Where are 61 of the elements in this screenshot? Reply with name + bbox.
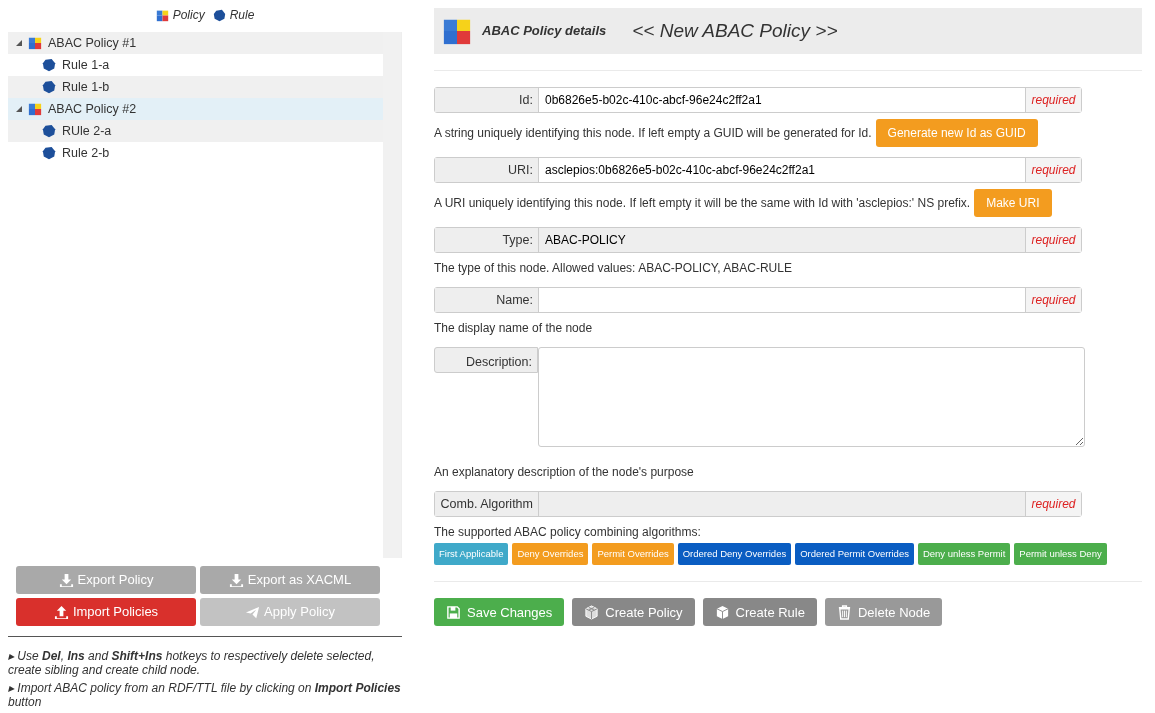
- text-input[interactable]: asclepios:0b6826e5-b02c-410c-abcf-96e24c2ff2a1: [539, 158, 1025, 182]
- help-text: The display name of the node: [434, 320, 593, 337]
- cube-icon: [714, 604, 730, 620]
- trash-icon: [836, 604, 852, 620]
- input-field[interactable]: URI: asclepios:0b6826e5-b02c-410c-abcf-96e24c2ff2a1 required: [434, 157, 1082, 183]
- cube-icon: [155, 8, 169, 22]
- text-input[interactable]: 0b6826e5-b02c-410c-abcf-96e24c2ff2a1: [539, 88, 1025, 112]
- node-title: << New ABAC Policy >>: [632, 18, 838, 43]
- hexagon-icon: [42, 58, 56, 72]
- field-label: Type:: [435, 228, 539, 252]
- download-icon: [58, 572, 74, 588]
- tree-item[interactable]: ABAC Policy #1: [8, 32, 383, 54]
- download-icon: [228, 572, 244, 588]
- description-field[interactable]: [538, 347, 1085, 447]
- field-label: Name:: [435, 288, 539, 312]
- action-button[interactable]: Create Rule: [702, 598, 817, 627]
- required-label: required: [1025, 228, 1081, 252]
- help-text: The supported ABAC policy combining algorithms:: [434, 524, 701, 541]
- field-label: URI:: [435, 158, 539, 182]
- field-label: Id:: [435, 88, 539, 112]
- expand-toggle-icon[interactable]: [16, 106, 22, 112]
- action-button[interactable]: Create Policy: [572, 598, 695, 627]
- panel-title: ABAC Policy details: [482, 22, 607, 41]
- text-input[interactable]: ABAC-POLICY: [539, 228, 1025, 252]
- field-label: Description:: [434, 347, 538, 373]
- required-label: required: [1025, 158, 1081, 182]
- algorithm-button[interactable]: Ordered Deny Overrides: [677, 543, 792, 566]
- help-text: The type of this node. Allowed values: ABAC-POLICY, ABAC-RULE: [434, 260, 792, 277]
- hexagon-icon: [42, 146, 56, 160]
- field-label: Comb. Algorithm: [435, 492, 539, 516]
- tree-item[interactable]: Rule 1-a: [8, 54, 383, 76]
- cube-icon: [28, 36, 42, 50]
- input-field[interactable]: Name: required: [434, 287, 1082, 313]
- scrollbar[interactable]: [383, 32, 401, 558]
- required-label: required: [1025, 88, 1081, 112]
- hexagon-icon: [42, 124, 56, 138]
- legend-label: Policy: [172, 7, 205, 24]
- cubes-icon: [584, 604, 600, 620]
- hexagon-icon: [42, 80, 56, 94]
- hexagon-icon: [212, 8, 226, 22]
- help-text: An explanatory description of the node's purpose: [434, 464, 694, 481]
- required-label: required: [1025, 288, 1081, 312]
- algorithm-button[interactable]: Ordered Permit Overrides: [795, 543, 914, 566]
- expand-toggle-icon[interactable]: [16, 40, 22, 46]
- input-field[interactable]: Comb. Algorithm required: [434, 491, 1082, 517]
- help-text: A string uniquely identifying this node. If left empty a GUID will be generated for Id.: [434, 125, 872, 142]
- tree-item[interactable]: Rule 2-b: [8, 142, 383, 164]
- input-field[interactable]: Type: ABAC-POLICY required: [434, 227, 1082, 253]
- required-label: required: [1025, 492, 1081, 516]
- tree-item[interactable]: RUle 2-a: [8, 120, 383, 142]
- hint-text: ▸ Import ABAC policy from an RDF/TTL file by clicking on Import Policies button: [8, 681, 402, 709]
- input-field[interactable]: Id: 0b6826e5-b02c-410c-abcf-96e24c2ff2a1 required: [434, 87, 1082, 113]
- tree-item[interactable]: Rule 1-b: [8, 76, 383, 98]
- hint-text: ▸ Use Del, Ins and Shift+Ins hotkeys to respectively delete selected, create sibling and create child node.: [8, 649, 376, 677]
- legend-label: Rule: [229, 7, 255, 24]
- paper-plane-icon: [245, 604, 261, 620]
- tree-item[interactable]: ABAC Policy #2: [8, 98, 383, 120]
- action-button[interactable]: Import Policies: [16, 598, 196, 626]
- upload-icon: [53, 604, 69, 620]
- cube-icon: [28, 102, 42, 116]
- help-text: A URI uniquely identifying this node. If left empty it will be the same with Id with 'asclepios:' NS prefix.: [434, 195, 971, 212]
